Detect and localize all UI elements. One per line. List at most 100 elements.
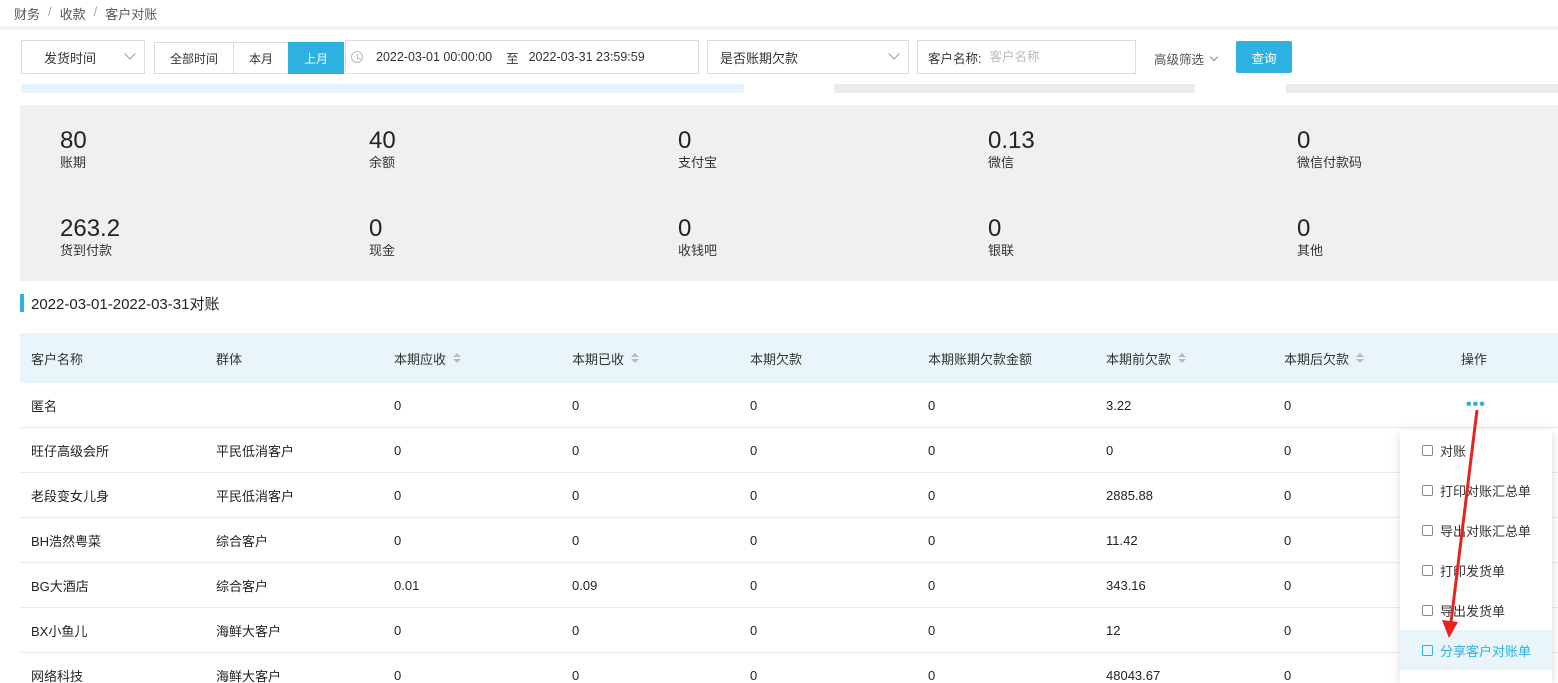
table-row: BX小鱼儿 海鲜大客户 0 0 0 0 12 0 [20, 608, 1558, 653]
start-date[interactable]: 2022-03-01 00:00:00 [376, 50, 492, 64]
breadcrumb-current: 客户对账 [105, 7, 158, 22]
cell-received: 0 [572, 622, 580, 638]
query-button[interactable]: 查询 [1236, 41, 1292, 73]
stat-label: 货到付款 [60, 243, 113, 258]
export-icon [1422, 604, 1433, 616]
stat-item: 0 银联 [988, 215, 1014, 259]
cell-received: 0 [572, 442, 580, 458]
cell-prior-owed: 48043.67 [1106, 667, 1161, 683]
col-receivable-label: 本期应收 [394, 351, 447, 367]
col-actions: 操作 [1461, 351, 1488, 367]
cell-customer-name: 旺仔高级会所 [31, 443, 110, 459]
table-row: 匿名 0 0 0 0 3.22 0 ••• [20, 383, 1558, 428]
cell-receivable: 0 [394, 442, 402, 458]
range-last-month-button[interactable]: 上月 [288, 42, 344, 74]
col-receivable[interactable]: 本期应收 [394, 333, 462, 383]
cell-group: 海鲜大客户 [216, 623, 282, 639]
stat-value: 0 [1297, 215, 1311, 242]
date-type-select[interactable]: 发货时间 [21, 40, 145, 74]
tab-indicator [1286, 84, 1558, 93]
cell-receivable: 0 [394, 622, 402, 638]
cell-prior-owed: 0 [1106, 442, 1114, 458]
cell-customer-name: 网络科技 [31, 668, 84, 683]
chevron-down-icon [888, 48, 900, 60]
overdue-select[interactable]: 是否账期欠款 [707, 40, 909, 74]
cell-group: 综合客户 [216, 578, 269, 594]
stat-label: 支付宝 [678, 155, 718, 170]
stat-item: 0 现金 [369, 215, 395, 259]
stat-value: 0 [1297, 127, 1311, 154]
cell-owed: 0 [750, 577, 758, 593]
cell-received: 0 [572, 487, 580, 503]
stat-item: 0.13 微信 [988, 127, 1035, 171]
share-icon [1422, 644, 1433, 656]
stat-label: 微信 [988, 155, 1015, 170]
cell-period-owed: 0 [928, 532, 936, 548]
menu-export-delivery[interactable]: 导出发货单 [1400, 590, 1552, 630]
menu-share-statement[interactable]: 分享客户对账单 [1400, 630, 1552, 670]
date-type-value: 发货时间 [44, 50, 97, 66]
cell-group: 平民低消客户 [216, 443, 295, 459]
export-icon [1422, 524, 1433, 536]
sort-icon[interactable] [453, 353, 462, 363]
cell-after-owed: 0 [1284, 397, 1292, 413]
range-this-month-button[interactable]: 本月 [233, 42, 289, 74]
cell-received: 0 [572, 532, 580, 548]
sort-icon[interactable] [1356, 353, 1365, 363]
cell-period-owed: 0 [928, 667, 936, 683]
breadcrumb-finance[interactable]: 财务 [14, 4, 40, 23]
cell-receivable: 0 [394, 532, 402, 548]
sort-icon[interactable] [631, 353, 640, 363]
stat-value: 0 [678, 215, 692, 242]
stat-item: 0 收钱吧 [678, 215, 717, 259]
breadcrumb-separator: / [48, 4, 52, 19]
table-row: 网络科技海鲜大客户000048043.670••• [20, 653, 1558, 683]
customer-name-field: 客户名称: [917, 40, 1136, 74]
customer-name-input[interactable] [989, 50, 1110, 64]
cell-prior-owed: 12 [1106, 622, 1121, 638]
customer-name-label: 客户名称: [928, 51, 982, 66]
table-row: BH浩然粤菜 综合客户 0 0 0 0 11.42 0 [20, 518, 1558, 563]
cell-after-owed: 0 [1284, 442, 1292, 458]
stat-value: 263.2 [60, 215, 121, 242]
stat-value: 0 [988, 215, 1002, 242]
stat-value: 0 [678, 127, 692, 154]
cell-prior-owed: 3.22 [1106, 397, 1132, 413]
advanced-filter-toggle[interactable]: 高级筛选 [1154, 49, 1219, 68]
cell-customer-name: BH浩然粤菜 [31, 533, 102, 549]
cell-receivable: 0.01 [394, 577, 420, 593]
cell-prior-owed: 343.16 [1106, 577, 1146, 593]
col-received-label: 本期已收 [572, 351, 625, 367]
cell-owed: 0 [750, 667, 758, 683]
cell-customer-name: 老段变女儿身 [31, 488, 110, 504]
cell-received: 0 [572, 667, 580, 683]
advanced-filter-label: 高级筛选 [1154, 53, 1205, 67]
statement-table: 客户名称 群体 本期应收 本期已收 本期欠款 本期账期欠款金额 本期前欠款 本期… [20, 333, 1558, 683]
col-group: 群体 [216, 351, 243, 367]
stat-item: 263.2 货到付款 [60, 215, 120, 259]
stat-item: 0 微信付款码 [1297, 127, 1362, 171]
menu-print-delivery[interactable]: 打印发货单 [1400, 550, 1552, 590]
cell-after-owed: 0 [1284, 667, 1292, 683]
end-date[interactable]: 2022-03-31 23:59:59 [529, 50, 645, 64]
range-all-button[interactable]: 全部时间 [154, 42, 234, 74]
breadcrumb-receipt[interactable]: 收款 [60, 4, 86, 23]
cell-prior-owed: 11.42 [1106, 532, 1138, 548]
printer-icon [1422, 484, 1433, 496]
cell-after-owed: 0 [1284, 532, 1292, 548]
cell-customer-name: BX小鱼儿 [31, 623, 88, 639]
more-dots-icon[interactable]: ••• [1466, 383, 1486, 427]
col-after-owed[interactable]: 本期后欠款 [1284, 333, 1365, 383]
menu-item-label: 导出对账汇总单 [1440, 523, 1532, 539]
col-received[interactable]: 本期已收 [572, 333, 640, 383]
col-prior-owed[interactable]: 本期前欠款 [1106, 333, 1187, 383]
sort-icon[interactable] [1178, 353, 1187, 363]
cell-received: 0.09 [572, 577, 598, 593]
menu-export-summary[interactable]: 导出对账汇总单 [1400, 510, 1552, 550]
date-range-picker[interactable]: 2022-03-01 00:00:00 至 2022-03-31 23:59:5… [345, 40, 699, 74]
stat-label: 微信付款码 [1297, 155, 1363, 170]
menu-print-summary[interactable]: 打印对账汇总单 [1400, 470, 1552, 510]
cell-receivable: 0 [394, 667, 402, 683]
stat-item: 0 支付宝 [678, 127, 717, 171]
menu-reconcile[interactable]: 对账 [1400, 430, 1552, 470]
